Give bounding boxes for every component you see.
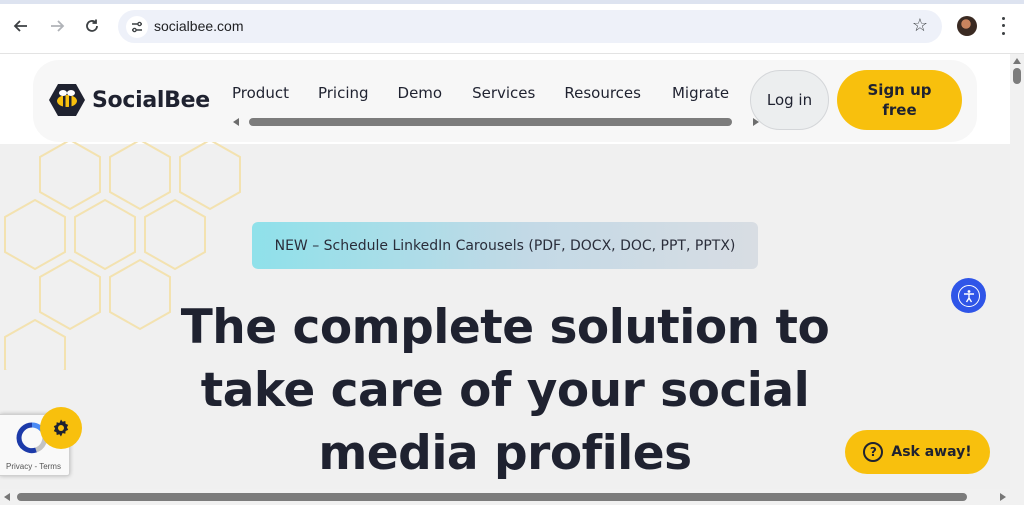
question-icon: ? bbox=[863, 442, 884, 462]
address-bar[interactable]: socialbee.com ☆ bbox=[118, 10, 942, 43]
nav-item-resources[interactable]: Resources bbox=[564, 84, 641, 102]
nav-item-product[interactable]: Product bbox=[232, 84, 289, 102]
login-button[interactable]: Log in bbox=[750, 70, 829, 130]
bee-logo-icon bbox=[49, 84, 85, 116]
reload-icon[interactable] bbox=[80, 14, 104, 38]
hero-title-line: take care of your social bbox=[200, 363, 810, 418]
back-arrow-icon[interactable] bbox=[9, 14, 33, 38]
signup-button[interactable]: Sign up free bbox=[837, 70, 962, 130]
nav-item-migrate[interactable]: Migrate bbox=[672, 84, 729, 102]
nav-menu: Product Pricing Demo Services Resources … bbox=[232, 84, 729, 102]
url-text[interactable]: socialbee.com bbox=[154, 18, 244, 34]
nav-scroll-thumb[interactable] bbox=[249, 118, 732, 126]
site-navbar: SocialBee Product Pricing Demo Services … bbox=[33, 60, 977, 142]
ask-away-label: Ask away! bbox=[891, 444, 972, 460]
nav-item-demo[interactable]: Demo bbox=[398, 84, 443, 102]
hero-title: The complete solution to take care of yo… bbox=[150, 296, 860, 485]
more-menu-icon[interactable] bbox=[996, 15, 1010, 37]
hero-title-line: The complete solution to bbox=[180, 300, 830, 355]
horizontal-scrollbar[interactable] bbox=[0, 489, 1024, 505]
vertical-scrollbar[interactable] bbox=[1010, 54, 1024, 489]
window-top-strip bbox=[0, 0, 1024, 4]
site-info-icon[interactable] bbox=[126, 16, 148, 38]
scroll-up-icon[interactable] bbox=[1013, 58, 1021, 64]
recaptcha-terms-link[interactable]: Privacy - Terms bbox=[6, 462, 61, 471]
horizontal-scroll-thumb[interactable] bbox=[17, 493, 967, 501]
announcement-badge[interactable]: NEW – Schedule LinkedIn Carousels (PDF, … bbox=[252, 222, 758, 269]
page-viewport: SocialBee Product Pricing Demo Services … bbox=[0, 54, 1010, 489]
scroll-left-icon[interactable] bbox=[4, 493, 10, 501]
forward-arrow-icon[interactable] bbox=[45, 14, 69, 38]
settings-button[interactable] bbox=[40, 407, 82, 449]
logo-text: SocialBee bbox=[92, 87, 210, 113]
gear-icon bbox=[53, 419, 69, 437]
nav-scrollbar[interactable] bbox=[233, 116, 759, 128]
browser-toolbar: socialbee.com ☆ bbox=[0, 0, 1024, 54]
nav-item-services[interactable]: Services bbox=[472, 84, 535, 102]
profile-avatar[interactable] bbox=[957, 16, 977, 36]
socialbee-logo[interactable]: SocialBee bbox=[48, 83, 210, 117]
vertical-scroll-thumb[interactable] bbox=[1013, 68, 1021, 84]
ask-away-chat-button[interactable]: ? Ask away! bbox=[845, 430, 990, 474]
accessibility-button[interactable] bbox=[951, 278, 986, 313]
nav-scroll-left-icon[interactable] bbox=[233, 118, 239, 126]
hero-title-line: media profiles bbox=[318, 426, 692, 481]
scroll-right-icon[interactable] bbox=[1000, 493, 1006, 501]
nav-item-pricing[interactable]: Pricing bbox=[318, 84, 369, 102]
bookmark-star-icon[interactable]: ☆ bbox=[912, 15, 928, 36]
accessibility-icon bbox=[957, 284, 980, 307]
